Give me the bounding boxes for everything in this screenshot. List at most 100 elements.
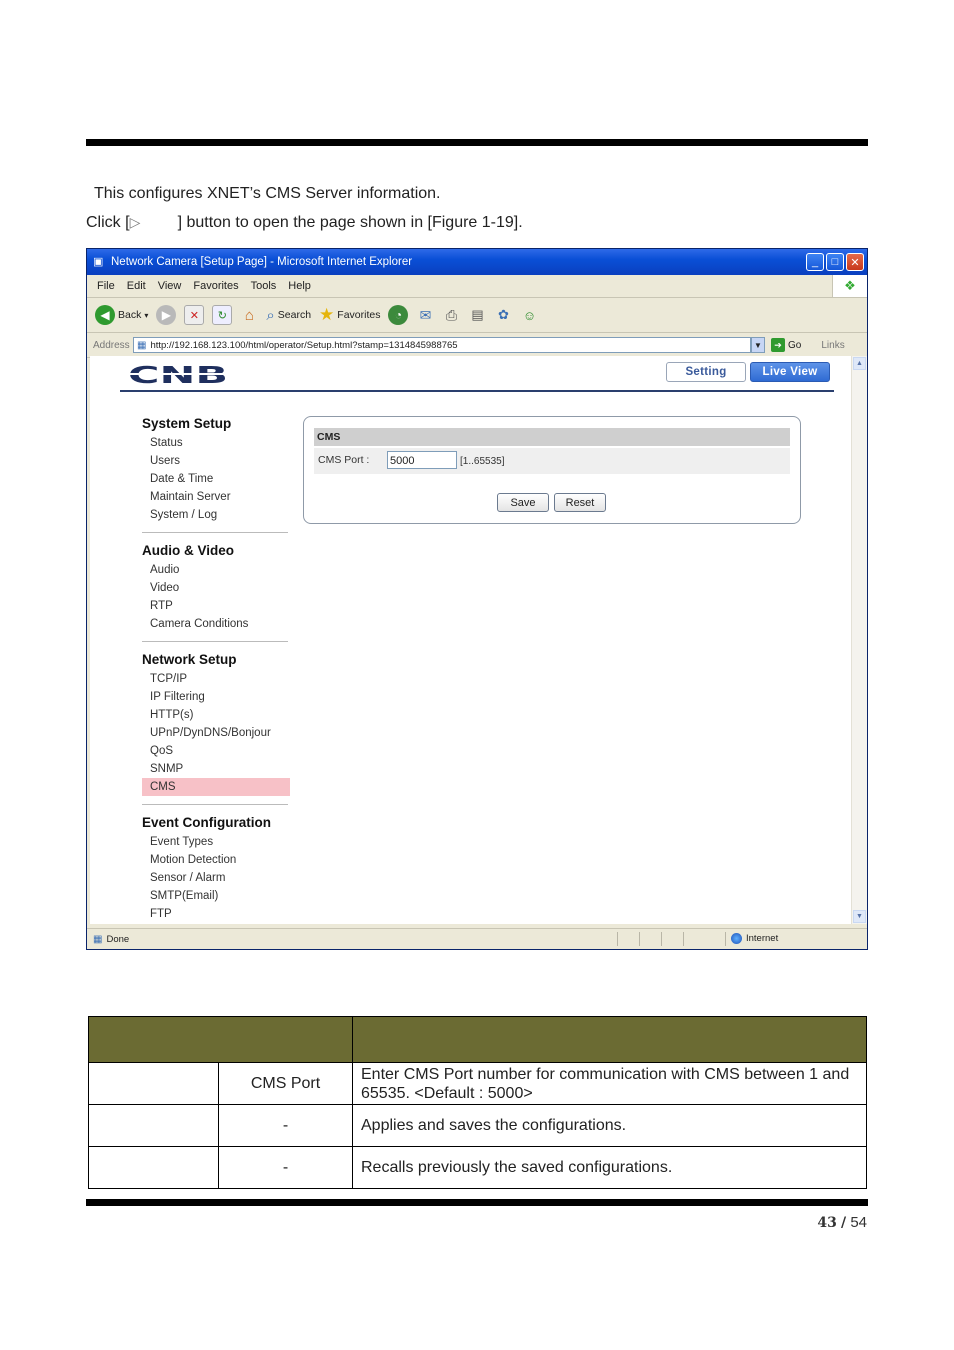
- nav-item-motion-detection[interactable]: Motion Detection: [142, 851, 290, 869]
- cms-port-input[interactable]: 5000: [387, 451, 457, 469]
- stop-icon[interactable]: ✕: [184, 305, 205, 325]
- save-button[interactable]: Save: [497, 493, 549, 512]
- menu-favorites[interactable]: Favorites: [193, 280, 238, 292]
- nav-item-https[interactable]: HTTP(s): [142, 706, 290, 724]
- nav-item-rtp[interactable]: RTP: [142, 597, 290, 615]
- status-separator: [661, 932, 662, 946]
- title-bar: ▣ Network Camera [Setup Page] - Microsof…: [87, 249, 867, 275]
- back-button[interactable]: ◀ Back ▾: [95, 305, 148, 325]
- menu-file[interactable]: File: [97, 280, 115, 292]
- close-button[interactable]: ✕: [846, 253, 864, 271]
- links-button[interactable]: Links: [821, 340, 844, 351]
- nav-item-smtp[interactable]: SMTP(Email): [142, 887, 290, 905]
- nav-item-maintain-server[interactable]: Maintain Server: [142, 488, 290, 506]
- page-icon: ▦: [137, 339, 147, 351]
- nav-item-video[interactable]: Video: [142, 579, 290, 597]
- nav-item-status[interactable]: Status: [142, 434, 290, 452]
- messenger-icon[interactable]: ☺: [520, 306, 538, 324]
- go-button[interactable]: ➔ Go: [771, 338, 801, 352]
- menu-view[interactable]: View: [158, 280, 182, 292]
- cms-port-range: [1..65535]: [460, 456, 505, 467]
- back-dropdown-icon: ▾: [144, 310, 149, 320]
- history-icon[interactable]: ◔: [388, 305, 409, 325]
- address-dropdown-icon[interactable]: ▼: [751, 337, 765, 353]
- page-done-icon: ▦: [93, 933, 103, 945]
- nav-item-sensor-alarm[interactable]: Sensor / Alarm: [142, 869, 290, 887]
- status-separator: [725, 932, 726, 946]
- nav-item-users[interactable]: Users: [142, 452, 290, 470]
- maximize-button[interactable]: □: [826, 253, 844, 271]
- back-label: Back: [118, 309, 142, 321]
- nav-item-camera-conditions[interactable]: Camera Conditions: [142, 615, 290, 633]
- window-title: Network Camera [Setup Page] - Microsoft …: [111, 256, 413, 268]
- nav-item-date-time[interactable]: Date & Time: [142, 470, 290, 488]
- table-row: - Applies and saves the configurations.: [88, 1104, 867, 1147]
- header-divider: [120, 390, 834, 392]
- windows-logo-icon: ❖: [832, 275, 867, 297]
- table-cell-category: [88, 1104, 219, 1147]
- reset-button[interactable]: Reset: [554, 493, 606, 512]
- favorites-button[interactable]: ★ Favorites: [319, 305, 380, 325]
- favorites-label: Favorites: [337, 309, 381, 321]
- nav-item-upnp[interactable]: UPnP/DynDNS/Bonjour: [142, 724, 290, 742]
- status-bar: ▦ Done Internet: [87, 928, 867, 949]
- top-rule: [86, 139, 868, 146]
- page-total: 54: [850, 1214, 867, 1231]
- nav-section-audio-video: Audio & Video: [142, 543, 235, 558]
- nav-item-event-types[interactable]: Event Types: [142, 833, 290, 851]
- search-button[interactable]: ⌕ Search: [266, 307, 311, 324]
- menu-help[interactable]: Help: [288, 280, 311, 292]
- setting-tab[interactable]: Setting: [666, 362, 746, 382]
- nav-item-cms[interactable]: CMS: [142, 778, 290, 796]
- nav-item-snmp[interactable]: SNMP: [142, 760, 290, 778]
- home-icon[interactable]: ⌂: [240, 306, 258, 324]
- table-cell-item: CMS Port: [218, 1062, 353, 1105]
- nav-item-tcp-ip[interactable]: TCP/IP: [142, 670, 290, 688]
- forward-button[interactable]: ▶: [156, 305, 177, 325]
- nav-divider: [142, 804, 288, 805]
- table-cell-item: -: [218, 1104, 353, 1147]
- refresh-icon[interactable]: ↻: [212, 305, 233, 325]
- nav-item-qos[interactable]: QoS: [142, 742, 290, 760]
- description-table: CMS Port Enter CMS Port number for commu…: [88, 1016, 867, 1189]
- edit-icon[interactable]: ▤: [468, 306, 486, 324]
- table-cell-category: [88, 1062, 219, 1105]
- nav-item-ftp[interactable]: FTP: [142, 905, 290, 923]
- table-cell-description: Recalls previously the saved configurati…: [352, 1146, 867, 1189]
- status-done: ▦ Done: [87, 934, 129, 945]
- table-cell-description: Applies and saves the configurations.: [352, 1104, 867, 1147]
- nav-item-audio[interactable]: Audio: [142, 561, 290, 579]
- browser-toolbar: ◀ Back ▾ ▶ ✕ ↻ ⌂ ⌕ Search ★ Favorites ◔ …: [87, 298, 867, 333]
- scroll-down-icon[interactable]: ▼: [853, 910, 866, 923]
- menu-tools[interactable]: Tools: [251, 280, 277, 292]
- browser-window: ▣ Network Camera [Setup Page] - Microsof…: [86, 248, 868, 950]
- minimize-button[interactable]: _: [806, 253, 824, 271]
- mail-icon[interactable]: ✉: [416, 306, 434, 324]
- ie-icon: ▣: [93, 256, 104, 268]
- discuss-icon[interactable]: ✿: [494, 306, 512, 324]
- security-zone: Internet: [731, 933, 778, 944]
- intro-click-prefix: Click [: [86, 214, 130, 231]
- status-separator: [683, 932, 684, 946]
- table-row: - Recalls previously the saved configura…: [88, 1146, 867, 1189]
- vertical-scrollbar[interactable]: ▲ ▼: [851, 356, 867, 924]
- intro-line-2: Click [▷] button to open the page shown …: [86, 214, 523, 232]
- print-icon[interactable]: ⎙: [442, 306, 460, 324]
- page-separator: /: [841, 1215, 847, 1231]
- address-input[interactable]: ▦ http://192.168.123.100/html/operator/S…: [133, 337, 751, 353]
- back-arrow-icon: ◀: [95, 305, 115, 325]
- menu-edit[interactable]: Edit: [127, 280, 146, 292]
- page-number: 43 / 54: [817, 1214, 867, 1231]
- nav-item-system-log[interactable]: System / Log: [142, 506, 290, 524]
- intro-line-1: This configures XNET’s CMS Server inform…: [94, 185, 441, 202]
- table-header-cell: [352, 1016, 867, 1063]
- status-separator: [617, 932, 618, 946]
- page-current: 43: [817, 1215, 837, 1231]
- status-text: Done: [106, 933, 130, 945]
- live-view-tab[interactable]: Live View: [750, 362, 830, 382]
- bottom-rule: [86, 1199, 868, 1206]
- nav-item-ip-filtering[interactable]: IP Filtering: [142, 688, 290, 706]
- table-cell-category: [88, 1146, 219, 1189]
- scroll-up-icon[interactable]: ▲: [853, 357, 866, 370]
- nav-section-event-configuration: Event Configuration: [142, 815, 271, 830]
